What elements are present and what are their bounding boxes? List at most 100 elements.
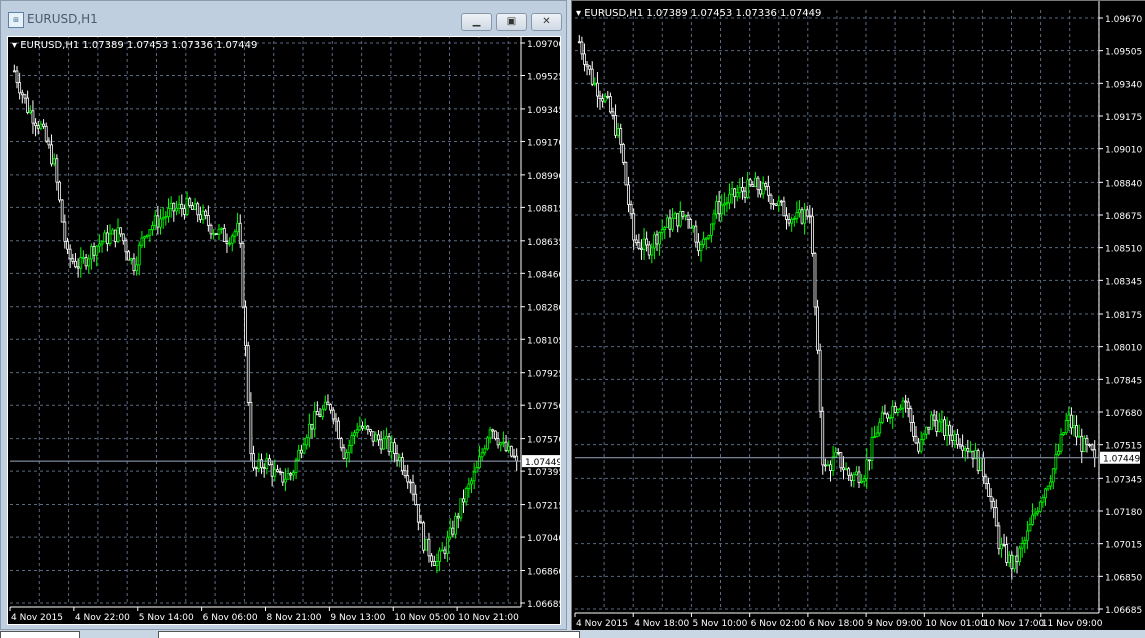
- candle-body: [994, 507, 998, 527]
- candle-body: [870, 437, 874, 461]
- price-label: 1.09010: [1105, 146, 1142, 156]
- candle-body: [1072, 425, 1076, 429]
- candle-body: [369, 429, 372, 433]
- candle-body: [1090, 444, 1094, 451]
- candle-body: [153, 215, 157, 226]
- candle-body: [281, 472, 285, 483]
- candle-body: [1041, 497, 1045, 503]
- restore-button[interactable]: ▣: [496, 13, 527, 31]
- price-label: 1.09340: [1105, 80, 1142, 90]
- candle-body: [880, 412, 884, 423]
- candle-body: [18, 82, 22, 94]
- candle-body: [606, 95, 610, 98]
- symbol-ohlc: EURUSD,H1 1.07389 1.07453 1.07336 1.0744…: [20, 40, 258, 51]
- candle-body: [1038, 501, 1042, 512]
- candle-body: [611, 111, 615, 116]
- candle-body: [751, 184, 755, 188]
- candle-body: [660, 229, 664, 233]
- candle-body: [637, 242, 641, 249]
- candle-body: [292, 472, 295, 476]
- candle-body: [759, 189, 762, 195]
- candle-body: [813, 253, 817, 308]
- candle-body: [686, 214, 690, 220]
- candle-body: [302, 444, 306, 454]
- candle-body: [204, 210, 208, 216]
- candle-body: [31, 110, 35, 124]
- candle-body: [23, 94, 27, 99]
- candle-body: [1057, 450, 1060, 456]
- minimize-button[interactable]: ▁: [461, 13, 492, 31]
- chart-tabs: [0, 630, 1145, 638]
- candle-body: [105, 232, 109, 244]
- candlestick-plot[interactable]: 1.09700 1.09525 1.09345 1.09170 1.08990 1.088…: [8, 37, 560, 624]
- time-label: 6 Nov 06:00: [203, 613, 258, 623]
- candle-body: [893, 406, 897, 413]
- candle-body: [310, 423, 314, 430]
- candle-body: [116, 227, 120, 242]
- candle-body: [254, 467, 258, 470]
- time-label: 5 Nov 10:00: [692, 619, 747, 629]
- price-label: 1.09505: [1105, 48, 1142, 58]
- candle-body: [284, 478, 287, 483]
- candle-body: [899, 407, 902, 410]
- candle-body: [782, 200, 786, 217]
- candle-body: [844, 468, 848, 471]
- candle-body: [183, 208, 186, 215]
- candle-body: [754, 177, 757, 188]
- price-label: 1.09525: [527, 73, 560, 83]
- candle-body: [472, 471, 476, 482]
- candle-body: [385, 436, 388, 440]
- candle-body: [220, 227, 224, 230]
- time-label: 10 Nov 17:00: [984, 619, 1045, 629]
- candle-body: [678, 210, 682, 227]
- candle-body: [167, 208, 170, 217]
- candle-body: [15, 70, 19, 84]
- candle-body: [891, 406, 895, 419]
- candle-body: [948, 424, 952, 436]
- candle-body: [169, 202, 173, 209]
- candle-body: [1085, 437, 1089, 445]
- candle-body: [113, 229, 117, 242]
- close-button[interactable]: ✕: [531, 13, 562, 31]
- candle-body: [313, 411, 317, 430]
- candle-body: [507, 445, 511, 451]
- candle-body: [355, 429, 359, 434]
- candle-body: [175, 207, 178, 212]
- candle-body: [1051, 468, 1055, 483]
- candle-body: [730, 188, 734, 195]
- candle-body: [127, 251, 131, 261]
- candle-body: [299, 449, 303, 454]
- candle-body: [1005, 544, 1009, 563]
- candle-body: [883, 412, 887, 415]
- price-chart-left[interactable]: 1.09700 1.09525 1.09345 1.09170 1.08990 1.088…: [7, 36, 561, 625]
- price-label: 1.07515: [1105, 442, 1142, 452]
- candle-body: [395, 453, 399, 461]
- candle-body: [777, 200, 781, 206]
- candle-body: [855, 471, 858, 476]
- candle-body: [177, 203, 181, 209]
- candle-body: [374, 434, 378, 442]
- candle-body: [42, 123, 45, 127]
- candle-body: [97, 243, 101, 247]
- candle-body: [653, 234, 656, 249]
- candle-body: [725, 202, 729, 205]
- candle-body: [953, 433, 957, 442]
- candle-body: [188, 198, 192, 206]
- price-label: 1.09175: [1105, 113, 1142, 123]
- candle-body: [774, 203, 778, 206]
- candle-body: [766, 185, 770, 196]
- candle-body: [787, 219, 791, 224]
- time-label: 4 Nov 22:00: [75, 613, 130, 623]
- candle-body: [829, 464, 832, 471]
- candle-body: [720, 204, 724, 215]
- candle-body: [424, 538, 428, 551]
- candle-body: [743, 190, 747, 198]
- title-bar[interactable]: ⊞ EURUSD,H1 ▁ ▣ ✕: [1, 1, 566, 33]
- candle-body: [488, 429, 492, 439]
- candle-body: [60, 199, 64, 223]
- candle-body: [642, 238, 646, 251]
- candlestick-plot[interactable]: 1.09670 1.09505 1.09340 1.09175 1.09010 1.088…: [572, 1, 1145, 633]
- price-chart-right[interactable]: 1.09670 1.09505 1.09340 1.09175 1.09010 1.088…: [572, 1, 1145, 633]
- candle-body: [470, 480, 473, 485]
- candle-body: [842, 467, 845, 471]
